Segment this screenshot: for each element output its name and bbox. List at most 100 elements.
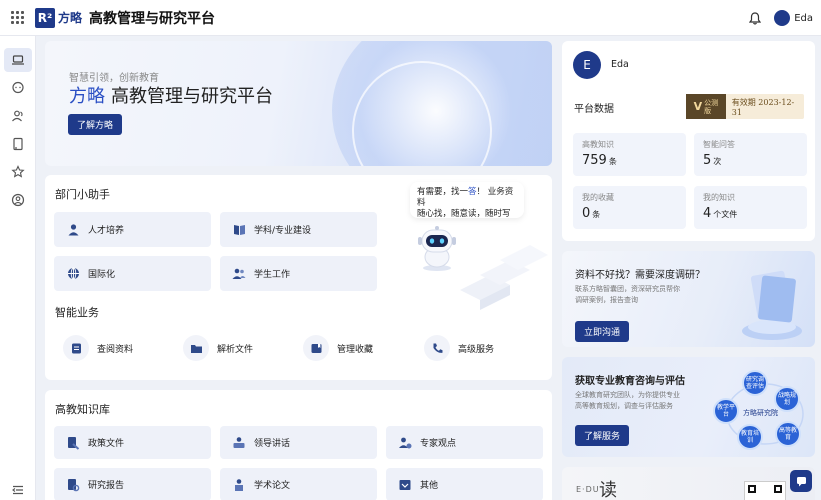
chat-bubble-icon[interactable] (4, 76, 32, 100)
tile-label: 学生工作 (254, 270, 291, 280)
vip-level: V 公测版 (686, 94, 726, 119)
banner-title-brand: 方略 (69, 86, 105, 107)
user-menu[interactable]: Eda (774, 10, 813, 26)
research-promo-card: 资料不好找？需要深度调研？ 联系方略智囊团，资深研究员帮你 调研案例，报告查询 … (562, 251, 815, 347)
stat-qa[interactable]: 智能问答 5次 (694, 133, 807, 176)
kb-label: 专家观点 (420, 439, 457, 449)
biz-label: 高级服务 (458, 344, 495, 355)
user-circle-icon[interactable] (4, 188, 32, 212)
bookmark-icon (303, 335, 329, 361)
logo-mark: R² (35, 7, 55, 28)
phone-icon (424, 335, 450, 361)
kb-label: 研究报告 (88, 481, 125, 491)
tile-label: 人才培养 (88, 226, 125, 236)
paper-icon (232, 478, 246, 492)
promo-consult-desc-1: 全球教育研究团队，为你提供专业 (575, 391, 680, 399)
document-stack-illustration (742, 270, 802, 340)
tile-label: 学科/专业建设 (254, 226, 312, 236)
tile-student[interactable]: 学生工作 (220, 256, 377, 291)
stat-label: 高教知识 (582, 140, 614, 149)
star-icon[interactable] (4, 160, 32, 184)
profile-name: Eda (611, 59, 629, 70)
book-icon[interactable] (4, 132, 32, 156)
stat-my-knowledge[interactable]: 我的知识 4 个文件 (694, 186, 807, 229)
institute-label: 方略研究院 (743, 409, 778, 417)
tile-talent[interactable]: 人才培养 (54, 212, 211, 247)
folder-icon (183, 335, 209, 361)
promo-consult-desc-2: 高等教育规划，调查与评估服务 (575, 402, 673, 410)
vip-badge: V 公测版 有效期 2023-12-31 (686, 94, 804, 119)
app-grid-icon[interactable] (11, 10, 25, 25)
tile-label: 国际化 (88, 270, 116, 280)
speech-icon (232, 436, 246, 450)
knowledge-card: 高教知识库 政策文件 领导讲话 专家观点 研究报告 学术论文 其他 (45, 390, 552, 500)
tile-discipline[interactable]: 学科/专业建设 (220, 212, 377, 247)
stat-number: 0 (582, 206, 591, 221)
logo[interactable]: R² 方略 (35, 7, 82, 28)
kb-expert[interactable]: 专家观点 (386, 426, 543, 459)
biz-lookup[interactable]: 查阅资料 (63, 335, 133, 361)
bell-icon[interactable] (748, 11, 762, 25)
bubble-highlight: 答 (468, 187, 477, 197)
biz-collect[interactable]: 管理收藏 (303, 335, 373, 361)
biz-label: 管理收藏 (337, 344, 374, 355)
stat-value: 0条 (582, 206, 600, 221)
avatar (774, 10, 791, 26)
stat-unit: 条 (592, 210, 601, 219)
profile-card: E Eda 平台数据 V 公测版 有效期 2023-12-31 高教知识 759… (562, 41, 815, 241)
qr-code-icon (744, 481, 786, 500)
students-icon (232, 267, 246, 281)
vip-expiry: 有效期 2023-12-31 (731, 97, 795, 117)
stat-knowledge[interactable]: 高教知识 759 条 (573, 133, 686, 176)
tile-international[interactable]: 国际化 (54, 256, 211, 291)
policy-icon (66, 436, 80, 450)
vip-tier-line-1: 公测 (704, 98, 719, 107)
expert-icon (398, 436, 412, 450)
people-icon[interactable] (4, 104, 32, 128)
vip-tier-line-2: 版 (704, 106, 712, 115)
avatar[interactable]: E (573, 51, 601, 79)
contact-now-button[interactable]: 立即沟通 (575, 321, 630, 342)
kb-report[interactable]: 研究报告 (54, 468, 211, 500)
biz-label: 查阅资料 (97, 344, 134, 355)
stat-number: 5 (703, 153, 712, 168)
kb-speech[interactable]: 领导讲话 (220, 426, 377, 459)
hero-banner: 智慧引领，创新教育 方略 高教管理与研究平台 了解方略 (45, 41, 552, 166)
stat-label: 我的知识 (703, 193, 735, 202)
menu-collapse-icon[interactable] (4, 478, 32, 500)
stat-unit: 条 (608, 157, 617, 166)
stat-unit: 次 (713, 157, 722, 166)
robot-mascot-icon (418, 226, 456, 271)
bubble-text: 有需要，找一 (417, 187, 469, 197)
service-bubble: 教学平台 (713, 398, 739, 424)
promo-consult-title: 获取专业教育咨询与评估 (575, 376, 685, 387)
biz-advanced[interactable]: 高级服务 (424, 335, 494, 361)
bubble-line-1: 有需要，找一答！ 业务资料 (417, 187, 517, 209)
stat-label: 智能问答 (703, 140, 735, 149)
chat-fab-icon[interactable] (790, 470, 812, 492)
banner-title: 方略 高教管理与研究平台 (69, 82, 273, 108)
document-icon (63, 335, 89, 361)
kb-paper[interactable]: 学术论文 (220, 468, 377, 500)
service-bubble: 研究调查评估 (742, 370, 768, 396)
assistant-speech-bubble: 有需要，找一答！ 业务资料 随心找，随意读，随时写 (410, 182, 524, 219)
kb-label: 学术论文 (254, 481, 291, 491)
kb-label: 政策文件 (88, 439, 125, 449)
consult-promo-card: 获取专业教育咨询与评估 全球教育研究团队，为你提供专业 高等教育规划，调查与评估… (562, 357, 815, 457)
sidebar (0, 36, 36, 500)
service-bubble: 教育培训 (737, 424, 763, 450)
learn-more-button[interactable]: 了解方略 (68, 114, 123, 135)
business-title: 智能业务 (55, 306, 99, 319)
learn-service-button[interactable]: 了解服务 (575, 425, 630, 446)
department-title: 部门小助手 (55, 188, 110, 201)
biz-parse[interactable]: 解析文件 (183, 335, 253, 361)
bubble-line-2: 随心找，随意读，随时写 (417, 209, 511, 219)
laptop-icon[interactable] (4, 48, 32, 72)
top-bar: R² 方略 高教管理与研究平台 Eda (0, 0, 821, 36)
stat-favorites[interactable]: 我的收藏 0条 (573, 186, 686, 229)
vip-letter: V (693, 99, 703, 113)
kb-policy[interactable]: 政策文件 (54, 426, 211, 459)
promo-research-desc-1: 联系方略智囊团，资深研究员帮你 (575, 285, 680, 293)
kb-label: 领导讲话 (254, 439, 291, 449)
kb-other[interactable]: 其他 (386, 468, 543, 500)
